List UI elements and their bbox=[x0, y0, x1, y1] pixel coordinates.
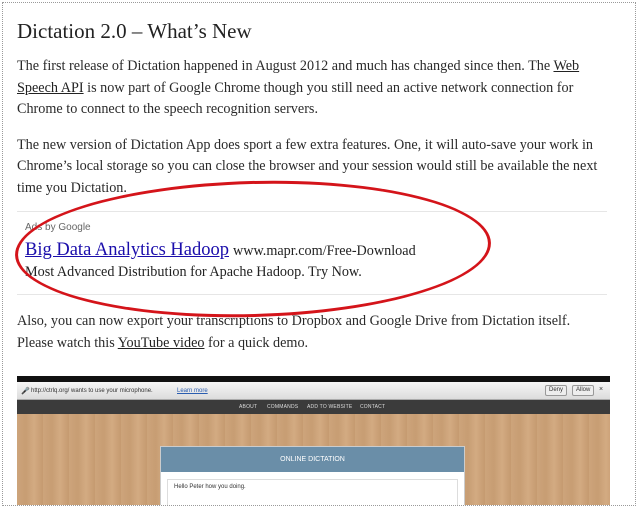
nav-item-add-to-website[interactable]: ADD TO WEBSITE bbox=[307, 404, 352, 410]
nav-item-contact[interactable]: CONTACT bbox=[360, 404, 385, 410]
ad-headline-row: Big Data Analytics Hadoop www.mapr.com/F… bbox=[25, 239, 607, 262]
infobar-message: http://ctrlq.org/ wants to use your micr… bbox=[31, 388, 153, 394]
learn-more-link[interactable]: Learn more bbox=[177, 388, 208, 394]
ad-description: Most Advanced Distribution for Apache Ha… bbox=[25, 264, 362, 280]
paragraph-1-text-a: The first release of Dictation happened … bbox=[17, 58, 554, 74]
article: Dictation 2.0 – What’s New The first rel… bbox=[17, 17, 607, 354]
paragraph-1: The first release of Dictation happened … bbox=[17, 56, 607, 121]
paragraph-1-text-b: is now part of Google Chrome though you … bbox=[17, 79, 574, 118]
close-icon[interactable]: × bbox=[599, 386, 603, 393]
youtube-video-link[interactable]: YouTube video bbox=[118, 335, 205, 351]
embedded-screenshot: 🎤 http://ctrlq.org/ wants to use your mi… bbox=[17, 376, 610, 505]
nav-item-about[interactable]: ABOUT bbox=[239, 404, 257, 410]
dictation-textarea[interactable]: Hello Peter how you doing. bbox=[167, 479, 458, 505]
nav-item-commands[interactable]: COMMANDS bbox=[267, 404, 298, 410]
dictation-panel: ONLINE DICTATION Hello Peter how you doi… bbox=[160, 446, 465, 505]
page-frame: Dictation 2.0 – What’s New The first rel… bbox=[2, 2, 636, 506]
panel-title: ONLINE DICTATION bbox=[161, 447, 464, 472]
paragraph-3: Also, you can now export your transcript… bbox=[17, 311, 607, 354]
google-ad: Ads by Google Big Data Analytics Hadoop … bbox=[17, 211, 607, 295]
microphone-infobar: 🎤 http://ctrlq.org/ wants to use your mi… bbox=[17, 382, 610, 400]
allow-button[interactable]: Allow bbox=[572, 385, 595, 396]
microphone-icon: 🎤 bbox=[21, 388, 30, 395]
article-title: Dictation 2.0 – What’s New bbox=[17, 19, 252, 43]
ad-title-link[interactable]: Big Data Analytics Hadoop bbox=[25, 240, 229, 260]
ads-by-google-label: Ads by Google bbox=[25, 222, 91, 233]
paragraph-3-text-b: for a quick demo. bbox=[204, 334, 309, 351]
deny-button[interactable]: Deny bbox=[545, 385, 568, 396]
site-nav-bar: ABOUT COMMANDS ADD TO WEBSITE CONTACT bbox=[17, 400, 610, 414]
ad-url: www.mapr.com/Free-Download bbox=[232, 243, 416, 259]
paragraph-2: The new version of Dictation App does sp… bbox=[17, 136, 598, 196]
